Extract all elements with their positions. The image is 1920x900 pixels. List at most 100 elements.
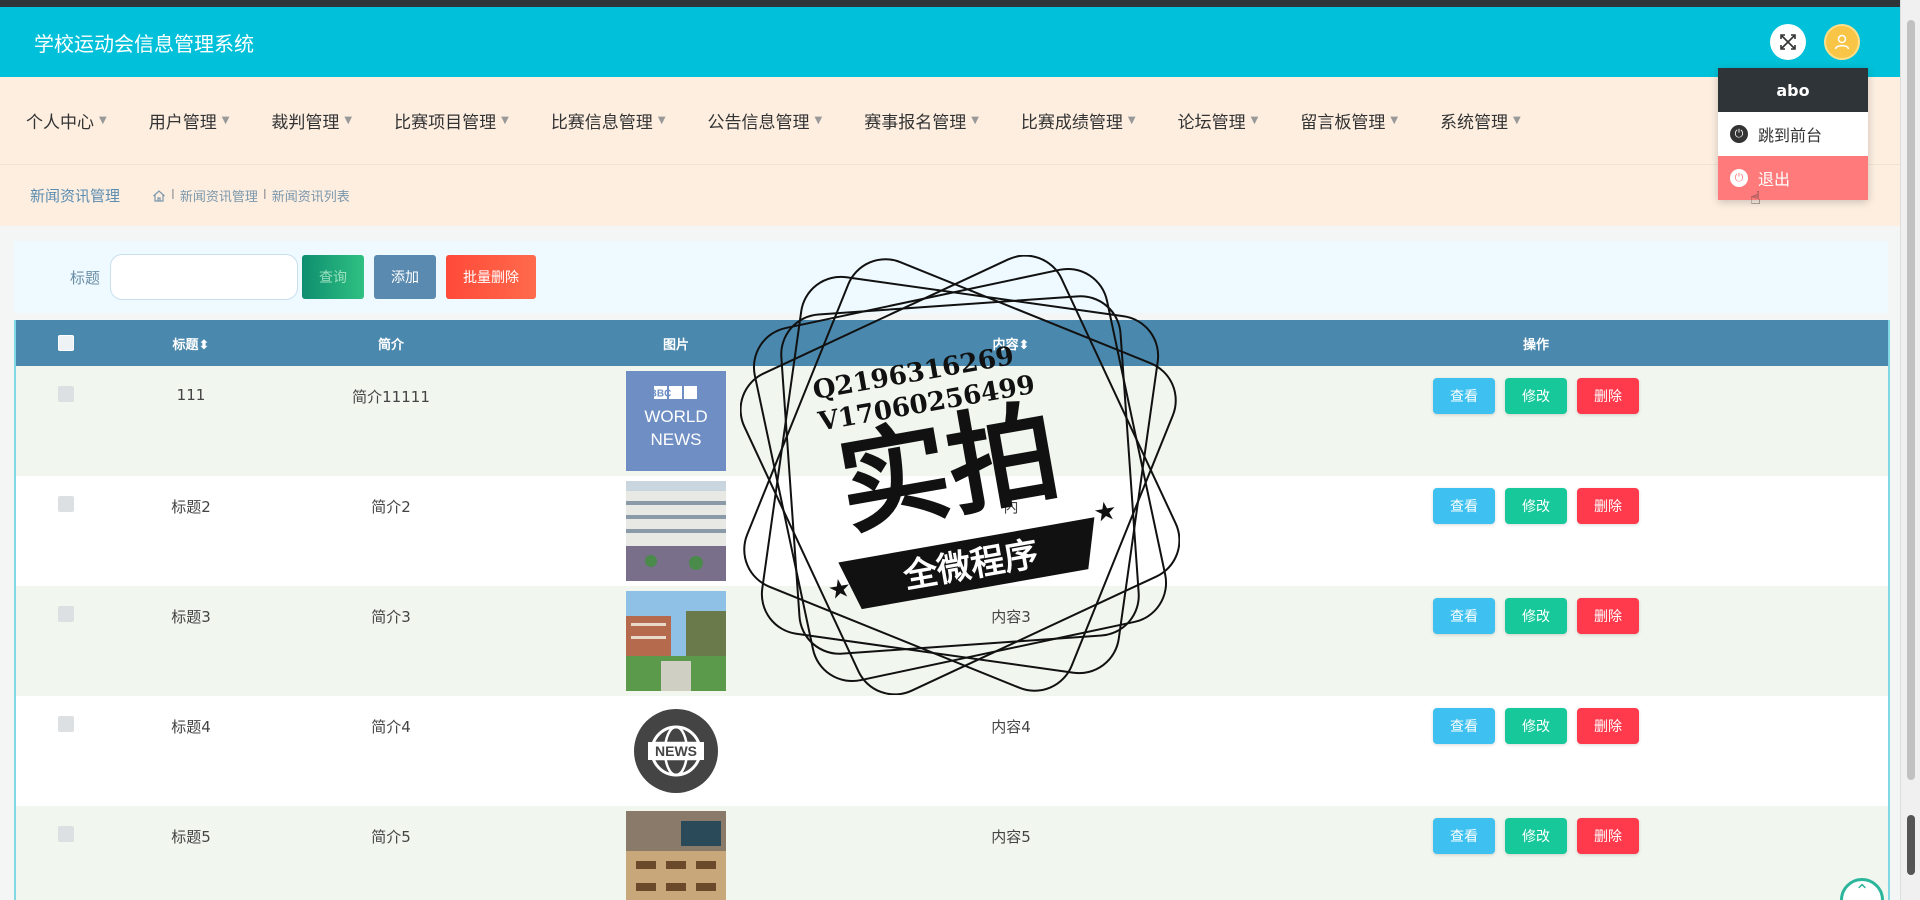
view-button[interactable]: 查看 bbox=[1433, 708, 1495, 744]
page-section-title: 新闻资讯管理 bbox=[30, 187, 121, 205]
main-nav: 个人中心 ▼ 用户管理 ▼ 裁判管理 ▼ 比赛项目管理 ▼ 比赛信息管理 ▼ 公告信息管理… bbox=[0, 77, 1900, 164]
nav-label: 赛事报名管理 bbox=[864, 113, 967, 133]
power-icon: ⏻ bbox=[1730, 169, 1748, 187]
delete-button[interactable]: 删除 bbox=[1577, 488, 1639, 524]
nav-item-registration-mgmt[interactable]: 赛事报名管理 ▼ bbox=[864, 108, 979, 133]
nav-item-referee-mgmt[interactable]: 裁判管理 ▼ bbox=[271, 108, 352, 133]
nav-item-system-mgmt[interactable]: 系统管理 ▼ bbox=[1440, 108, 1521, 133]
delete-button[interactable]: 删除 bbox=[1577, 818, 1639, 854]
cell-content: 内容5 bbox=[991, 828, 1031, 846]
row-checkbox[interactable] bbox=[58, 386, 74, 402]
image-text: NEWS bbox=[655, 743, 697, 759]
row-checkbox[interactable] bbox=[58, 826, 74, 842]
nav-item-results-mgmt[interactable]: 比赛成绩管理 ▼ bbox=[1021, 108, 1136, 133]
caret-down-icon: ▼ bbox=[99, 115, 107, 126]
cell-ops: 查看 修改 删除 bbox=[1186, 806, 1886, 854]
caret-down-icon: ▼ bbox=[1250, 115, 1259, 126]
breadcrumb-item: 新闻资讯列表 bbox=[271, 190, 350, 205]
bbc-world-news-image: BBC WORLD NEWS bbox=[626, 371, 726, 471]
header-label: 标题 bbox=[172, 337, 199, 353]
row-checkbox-cell bbox=[16, 586, 116, 622]
row-checkbox[interactable] bbox=[58, 496, 74, 512]
nav-label: 公告信息管理 bbox=[707, 113, 810, 133]
nav-label: 论坛管理 bbox=[1177, 113, 1246, 133]
add-button[interactable]: 添加 bbox=[374, 255, 437, 299]
cell-image bbox=[516, 806, 836, 900]
batch-delete-button[interactable]: 批量删除 bbox=[446, 255, 537, 299]
app-title: 学校运动会信息管理系统 bbox=[34, 31, 254, 56]
star-icon: ★ bbox=[1091, 496, 1119, 530]
view-button[interactable]: 查看 bbox=[1433, 488, 1495, 524]
nav-label: 裁判管理 bbox=[271, 113, 340, 133]
image-text: NEWS bbox=[651, 430, 702, 449]
menu-item-label: 退出 bbox=[1758, 170, 1791, 189]
cell-ops: 查看 修改 删除 bbox=[1186, 476, 1886, 524]
caret-down-icon: ▼ bbox=[1513, 115, 1521, 126]
cell-title: 标题5 bbox=[171, 828, 211, 846]
user-dropdown-menu: abo ⏻ 跳到前台 ⏻ 退出 bbox=[1718, 68, 1868, 200]
cell-intro: 简介5 bbox=[371, 828, 411, 846]
cell-intro: 简介2 bbox=[371, 498, 411, 516]
row-checkbox[interactable] bbox=[58, 716, 74, 732]
scrollbar-thumb[interactable] bbox=[1907, 815, 1915, 875]
title-filter-label: 标题 bbox=[70, 268, 101, 287]
campus-building-image bbox=[626, 481, 726, 581]
row-checkbox-cell bbox=[16, 476, 116, 512]
caret-down-icon: ▼ bbox=[221, 115, 230, 126]
fullscreen-button[interactable] bbox=[1770, 24, 1806, 60]
nav-item-user-mgmt[interactable]: 用户管理 ▼ bbox=[149, 108, 230, 133]
delete-button[interactable]: 删除 bbox=[1577, 708, 1639, 744]
sort-icon: ⬍ bbox=[198, 337, 210, 353]
home-icon[interactable] bbox=[152, 189, 166, 203]
delete-button[interactable]: 删除 bbox=[1577, 378, 1639, 414]
nav-label: 比赛信息管理 bbox=[550, 113, 653, 133]
user-avatar-button[interactable] bbox=[1824, 24, 1860, 60]
logout-menu-item[interactable]: ⏻ 退出 bbox=[1718, 156, 1868, 200]
page-scrollbar[interactable] bbox=[1900, 0, 1920, 900]
col-intro-header: 简介 bbox=[377, 337, 404, 353]
col-title-header[interactable]: 标题⬍ bbox=[116, 334, 266, 353]
cell-content: 内容4 bbox=[991, 718, 1031, 736]
cell-intro: 简介11111 bbox=[352, 388, 430, 406]
dropdown-username: abo bbox=[1718, 68, 1868, 112]
nav-item-personal-center[interactable]: 个人中心 ▼ bbox=[26, 108, 107, 133]
caret-down-icon: ▼ bbox=[814, 115, 823, 126]
edit-button[interactable]: 修改 bbox=[1505, 708, 1567, 744]
view-button[interactable]: 查看 bbox=[1433, 818, 1495, 854]
nav-item-forum-mgmt[interactable]: 论坛管理 ▼ bbox=[1178, 108, 1259, 133]
caret-down-icon: ▼ bbox=[1127, 115, 1136, 126]
nav-item-event-item-mgmt[interactable]: 比赛项目管理 ▼ bbox=[394, 108, 509, 133]
cell-title: 111 bbox=[176, 386, 206, 404]
cell-ops: 查看 修改 删除 bbox=[1186, 366, 1886, 414]
search-button[interactable]: 查询 bbox=[302, 255, 365, 299]
breadcrumb-item[interactable]: 新闻资讯管理 bbox=[180, 186, 258, 205]
edit-button[interactable]: 修改 bbox=[1505, 598, 1567, 634]
goto-front-menu-item[interactable]: ⏻ 跳到前台 bbox=[1718, 112, 1868, 156]
scrollbar-track bbox=[1907, 20, 1915, 780]
view-button[interactable]: 查看 bbox=[1433, 378, 1495, 414]
cell-ops: 查看 修改 删除 bbox=[1186, 586, 1886, 634]
view-button[interactable]: 查看 bbox=[1433, 598, 1495, 634]
nav-item-match-info-mgmt[interactable]: 比赛信息管理 ▼ bbox=[551, 108, 666, 133]
select-all-cell bbox=[16, 335, 116, 351]
news-globe-image: NEWS bbox=[626, 701, 726, 801]
select-all-checkbox[interactable] bbox=[58, 335, 74, 351]
caret-down-icon: ▼ bbox=[344, 115, 353, 126]
nav-item-notice-mgmt[interactable]: 公告信息管理 ▼ bbox=[708, 108, 823, 133]
campus-garden-image bbox=[626, 591, 726, 691]
table-row: 标题5 简介5 内容5 查看 修改 删除 bbox=[16, 806, 1888, 900]
hand-cursor-icon: ☝ bbox=[1750, 188, 1761, 209]
caret-down-icon: ▼ bbox=[1390, 115, 1399, 126]
edit-button[interactable]: 修改 bbox=[1505, 378, 1567, 414]
edit-button[interactable]: 修改 bbox=[1505, 818, 1567, 854]
breadcrumb: I 新闻资讯管理 I 新闻资讯列表 bbox=[152, 186, 350, 205]
nav-item-message-board-mgmt[interactable]: 留言板管理 ▼ bbox=[1300, 108, 1398, 133]
row-checkbox[interactable] bbox=[58, 606, 74, 622]
row-checkbox-cell bbox=[16, 696, 116, 732]
edit-button[interactable]: 修改 bbox=[1505, 488, 1567, 524]
app-header: 学校运动会信息管理系统 bbox=[0, 7, 1900, 77]
image-text: BBC bbox=[650, 389, 672, 400]
delete-button[interactable]: 删除 bbox=[1577, 598, 1639, 634]
table-row: 标题4 简介4 NEWS 内容4 查看 修改 删除 bbox=[16, 696, 1888, 806]
title-search-input[interactable] bbox=[110, 254, 299, 300]
